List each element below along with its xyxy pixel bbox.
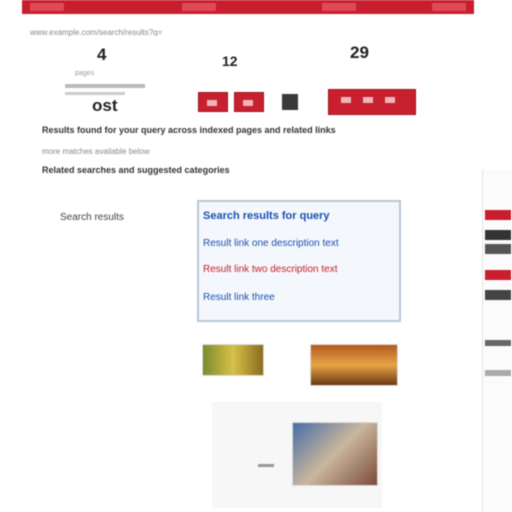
stat-label: pages: [75, 70, 95, 77]
description-line: Results found for your query across inde…: [42, 125, 336, 135]
thumbnail-image[interactable]: [310, 344, 398, 386]
section-label: ost: [92, 96, 118, 115]
square-icon[interactable]: [282, 94, 298, 110]
thumbnail-image[interactable]: [202, 344, 264, 376]
result-link[interactable]: Result link three: [203, 292, 323, 304]
right-sidebar: [482, 170, 512, 512]
banner-segment: [322, 3, 356, 11]
search-results-panel: Search results for query Result link one…: [197, 200, 401, 322]
sidebar-bar: [485, 210, 511, 220]
stat-value: 29: [350, 43, 369, 62]
stat-value: 4: [97, 45, 107, 64]
divider: [65, 92, 125, 95]
divider: [258, 464, 274, 467]
stat-links: 12: [218, 52, 258, 76]
stat-pages: 4 pages: [75, 46, 145, 82]
action-button-1[interactable]: [198, 92, 228, 112]
featured-image[interactable]: [292, 422, 378, 486]
action-button-2[interactable]: [234, 92, 264, 112]
sidebar-bar: [485, 270, 511, 280]
stat-value: 12: [222, 53, 238, 69]
primary-action-button[interactable]: [328, 89, 416, 115]
description-line[interactable]: Related searches and suggested categorie…: [42, 164, 472, 176]
banner-segment: [432, 3, 466, 11]
sidebar-bar: [485, 290, 511, 300]
banner-segment: [30, 3, 64, 11]
results-title[interactable]: Search results for query: [203, 210, 393, 222]
result-link[interactable]: Result link two description text: [203, 264, 383, 276]
sidebar-bar: [485, 230, 511, 240]
divider: [65, 84, 145, 88]
sidebar-label[interactable]: Search results: [60, 212, 170, 223]
top-banner: [22, 0, 474, 14]
sidebar-bar: [485, 244, 511, 254]
stat-images: 29: [346, 44, 416, 74]
description-line: more matches available below: [42, 147, 150, 156]
banner-segment: [182, 3, 216, 11]
url-text[interactable]: www.example.com/search/results?q=: [30, 28, 290, 38]
sidebar-bar: [485, 370, 511, 376]
result-link[interactable]: Result link one description text: [203, 238, 383, 250]
sidebar-bar: [485, 340, 511, 346]
